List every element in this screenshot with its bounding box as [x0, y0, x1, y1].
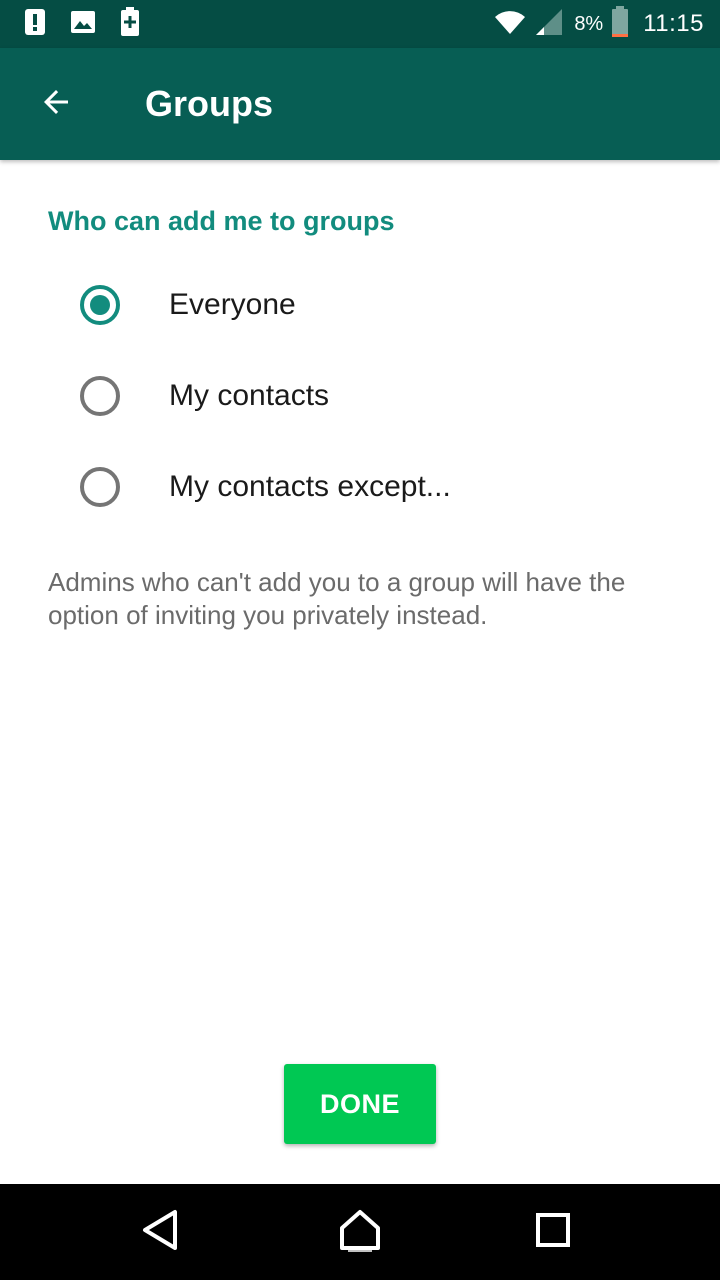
back-button[interactable]	[24, 72, 88, 136]
alert-icon	[24, 8, 46, 41]
info-note: Admins who can't add you to a group will…	[48, 567, 626, 630]
arrow-left-icon	[38, 84, 74, 125]
radio-unchecked-icon[interactable]	[80, 467, 120, 507]
option-my-contacts-except[interactable]: My contacts except...	[0, 443, 720, 531]
status-bar-system: 8% 11:15	[494, 0, 704, 48]
home-icon	[338, 1208, 382, 1257]
back-triangle-icon	[140, 1208, 180, 1257]
image-icon	[70, 10, 96, 39]
nav-bar	[0, 1184, 720, 1280]
nav-back-button[interactable]	[136, 1208, 184, 1256]
nav-home-button[interactable]	[336, 1208, 384, 1256]
option-everyone[interactable]: Everyone	[0, 261, 720, 349]
battery-percent: 8%	[574, 12, 604, 35]
radio-unchecked-icon[interactable]	[80, 376, 120, 416]
wifi-icon	[494, 9, 526, 40]
option-label: My contacts	[169, 379, 330, 412]
status-time: 11:15	[643, 10, 704, 37]
option-my-contacts[interactable]: My contacts	[0, 352, 720, 440]
nav-recents-button[interactable]	[529, 1208, 577, 1256]
recents-square-icon	[535, 1212, 571, 1253]
status-bar: 8% 11:15	[0, 0, 720, 48]
app-bar: Groups	[0, 48, 720, 160]
radio-checked-icon[interactable]	[80, 285, 120, 325]
section-title: Who can add me to groups	[48, 206, 395, 236]
radio-dot	[90, 295, 110, 315]
done-button[interactable]: DONE	[284, 1064, 436, 1144]
page-title: Groups	[145, 83, 274, 124]
option-label: Everyone	[169, 288, 296, 321]
cell-signal-icon	[534, 7, 564, 42]
battery-icon	[611, 5, 629, 43]
option-label: My contacts except...	[169, 470, 451, 503]
battery-saver-icon	[120, 6, 140, 42]
status-bar-notifications	[24, 6, 140, 42]
